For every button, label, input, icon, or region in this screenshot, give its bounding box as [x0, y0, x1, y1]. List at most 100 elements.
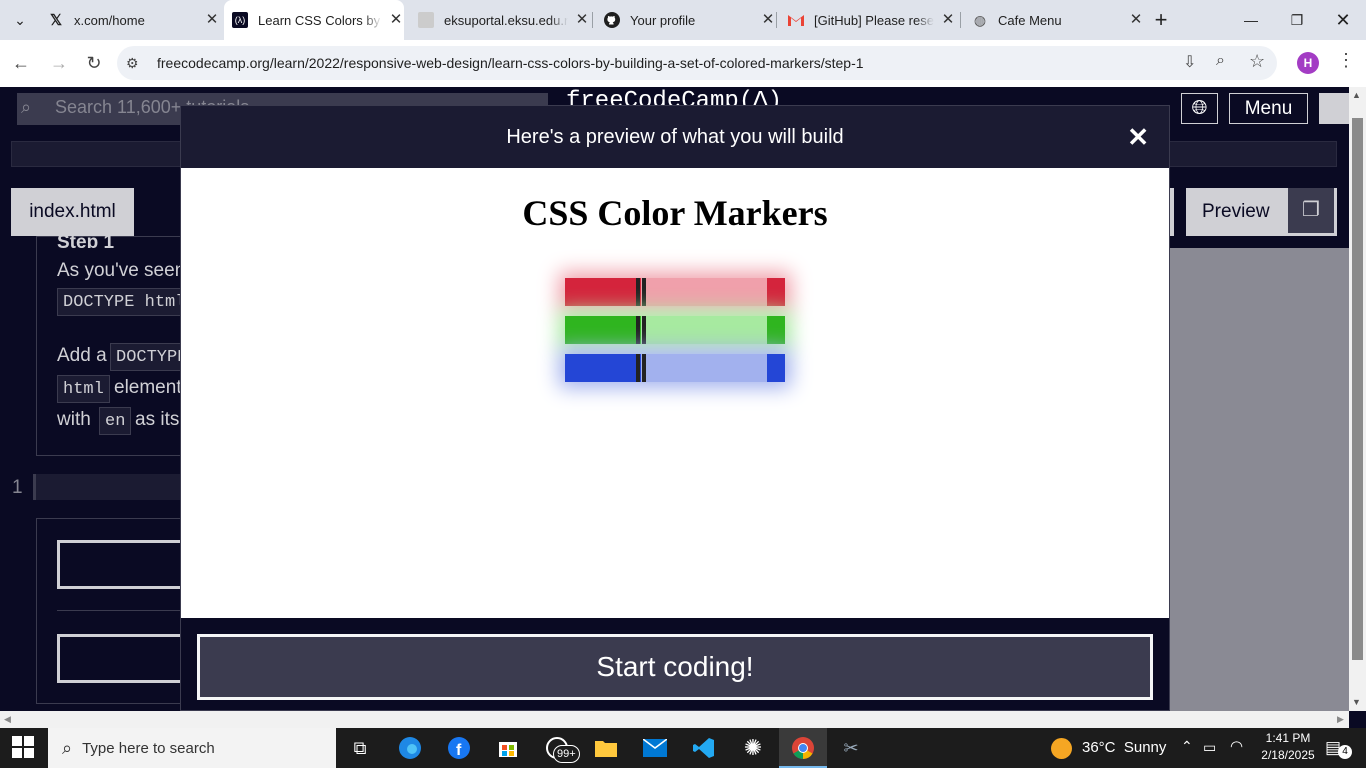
file-explorer-icon[interactable] [590, 733, 622, 763]
windows-start-icon[interactable] [12, 736, 36, 760]
code-snippet: en [99, 407, 132, 435]
snip-tool-icon[interactable]: ✂ [835, 733, 867, 763]
tab-learn-css-colors[interactable]: (λ) Learn CSS Colors by Building a Set o… [224, 0, 404, 40]
battery-icon[interactable]: ▭ [1203, 739, 1216, 756]
clock-time[interactable]: 1:41 PM [1258, 731, 1318, 745]
facebook-icon[interactable]: f [443, 733, 475, 763]
tab-title: x.com/home [74, 12, 145, 28]
close-tab-icon[interactable]: ✕ [388, 12, 404, 28]
preview-tab-label: Preview [1202, 201, 1270, 222]
zoom-icon[interactable]: ⌕ [1216, 52, 1225, 70]
show-hidden-icons[interactable]: ⌃ [1181, 738, 1193, 755]
bookmark-star-icon[interactable]: ☆ [1249, 51, 1265, 72]
reload-icon[interactable]: ↻ [79, 48, 109, 78]
task-view-icon[interactable]: ⧉ [344, 733, 376, 763]
site-info-icon[interactable]: ⚙ [126, 55, 144, 73]
marker-tip [767, 278, 785, 306]
marker-tip [767, 354, 785, 382]
github-icon [604, 12, 620, 28]
clock-date[interactable]: 2/18/2025 [1252, 748, 1324, 762]
taskbar-search-input[interactable]: ⌕ Type here to search [48, 728, 336, 768]
instruction-text: Add a [57, 345, 107, 366]
language-globe-icon[interactable]: 🌐︎ [1181, 93, 1218, 124]
marker-sleeve [641, 354, 767, 382]
close-icon[interactable]: ✕ [1127, 124, 1149, 150]
globe-icon: ◍ [973, 11, 987, 28]
file-tab-index-html[interactable]: index.html [11, 188, 134, 236]
scroll-right-icon[interactable]: ▶ [1337, 714, 1344, 725]
scroll-left-icon[interactable]: ◀ [4, 714, 11, 725]
close-tab-icon[interactable]: ✕ [760, 12, 776, 28]
scrollbar-thumb[interactable] [1352, 118, 1363, 660]
tab-title: Learn CSS Colors by Building a Set of Co… [258, 12, 382, 28]
close-tab-icon[interactable]: ✕ [574, 12, 590, 28]
user-avatar[interactable] [1319, 93, 1349, 124]
profile-avatar[interactable]: H [1297, 52, 1319, 74]
divider [57, 610, 180, 611]
marker-band [636, 354, 640, 382]
marker-sleeve [641, 316, 767, 344]
help-button[interactable] [57, 634, 180, 683]
browser-menu-icon[interactable]: ⋮ [1337, 50, 1355, 71]
instruction-text: As you've seen [57, 260, 186, 281]
tab-search-icon[interactable]: ⌄ [0, 0, 40, 40]
notification-count: 4 [1338, 745, 1352, 759]
minimize-icon[interactable]: — [1228, 0, 1274, 40]
close-tab-icon[interactable]: ✕ [1128, 12, 1144, 28]
close-tab-icon[interactable]: ✕ [204, 12, 220, 28]
marker-band [642, 278, 646, 306]
weather-sun-icon [1051, 738, 1072, 759]
chrome-icon[interactable] [787, 733, 819, 763]
blue-marker [565, 354, 785, 382]
scroll-up-icon[interactable]: ▲ [1352, 90, 1361, 100]
instruction-text: element [114, 377, 182, 398]
code-snippet: html [57, 375, 110, 403]
tab-title: Cafe Menu [998, 12, 1062, 28]
gmail-icon [788, 12, 804, 28]
weather-text[interactable]: 36°C Sunny [1082, 739, 1166, 756]
freecodecamp-icon: (λ) [232, 12, 248, 28]
close-window-icon[interactable]: ✕ [1320, 0, 1366, 40]
vscode-icon[interactable] [688, 733, 720, 763]
wifi-icon[interactable]: ◠ [1230, 737, 1243, 755]
notification-badge: 99+ [553, 745, 580, 763]
popout-preview-icon[interactable]: ❐ [1288, 188, 1334, 233]
marker-tip [767, 316, 785, 344]
tab-x-home[interactable]: 𝕏 x.com/home ✕ [40, 0, 220, 40]
tab-edge [1170, 188, 1174, 236]
back-icon[interactable]: ← [6, 48, 36, 78]
new-tab-button[interactable]: + [1145, 0, 1177, 40]
scroll-down-icon[interactable]: ▼ [1352, 697, 1361, 707]
mail-icon[interactable] [639, 733, 671, 763]
tab-eksuportal[interactable]: eksuportal.eksu.edu.ng ✕ [410, 0, 590, 40]
green-marker [565, 316, 785, 344]
step-heading: Step 1 [57, 232, 115, 248]
install-app-icon[interactable]: ⇩ [1183, 52, 1196, 72]
restore-icon[interactable]: ❐ [1274, 0, 1320, 40]
store-icon[interactable] [492, 733, 524, 763]
modal-header: Here's a preview of what you will build … [181, 106, 1169, 168]
close-tab-icon[interactable]: ✕ [940, 12, 956, 28]
tab-title: Your profile [630, 12, 696, 28]
tab-cafe-menu[interactable]: ◍ Cafe Menu ✕ [964, 0, 1144, 40]
marker-band [636, 278, 640, 306]
horizontal-scrollbar[interactable] [0, 711, 1349, 728]
tab-gmail-github-reset[interactable]: [GitHub] Please reset your password ✕ [780, 0, 956, 40]
marker-cap [565, 278, 641, 306]
preview-modal: Here's a preview of what you will build … [180, 105, 1170, 711]
fcc-menu-button[interactable]: Menu [1229, 93, 1308, 124]
portal-icon [418, 12, 434, 28]
forward-icon[interactable]: → [44, 48, 74, 78]
tab-your-profile[interactable]: Your profile ✕ [596, 0, 776, 40]
chatgpt-icon[interactable]: ✺ [737, 733, 769, 763]
edge-icon[interactable] [394, 733, 426, 763]
x-logo-icon: 𝕏 [49, 12, 63, 29]
code-editor-line[interactable] [33, 474, 180, 500]
preview-pane [1170, 248, 1349, 711]
line-number: 1 [12, 477, 23, 498]
tab-title: eksuportal.eksu.edu.ng [444, 12, 568, 28]
start-coding-button[interactable]: Start coding! [197, 634, 1153, 700]
marker-sleeve [641, 278, 767, 306]
check-code-button[interactable] [57, 540, 180, 589]
url-text[interactable]: freecodecamp.org/learn/2022/responsive-w… [157, 55, 864, 71]
